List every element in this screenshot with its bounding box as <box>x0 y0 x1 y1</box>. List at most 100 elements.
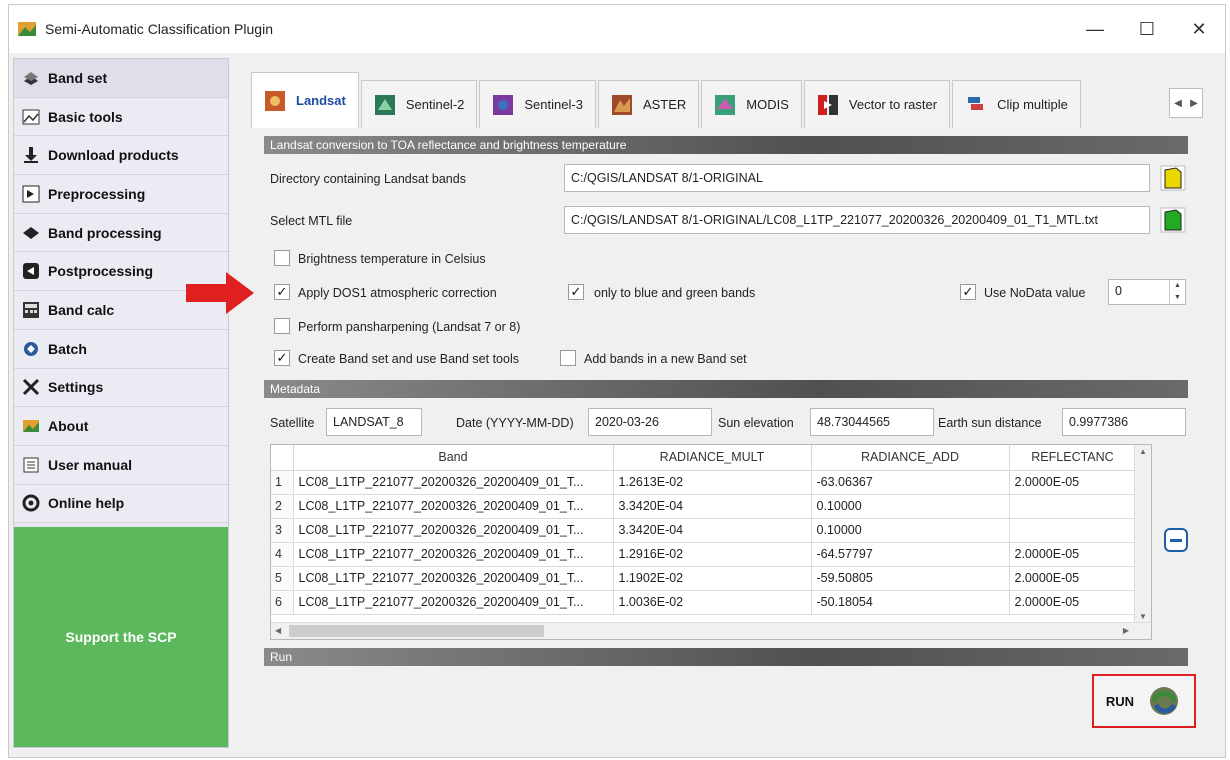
sidebar-item-batch[interactable]: Batch <box>14 329 228 369</box>
create-bandset-checkbox[interactable]: ✓ <box>274 350 290 366</box>
date-field[interactable]: 2020-03-26 <box>588 408 712 436</box>
cell-band[interactable]: LC08_L1TP_221077_20200326_20200409_01_T.… <box>293 590 614 615</box>
tab-aster[interactable]: ASTER <box>597 80 700 128</box>
sidebar-item-about[interactable]: About <box>14 407 228 446</box>
table-horizontal-scrollbar[interactable]: ◀ ▶ <box>271 622 1151 639</box>
pansharpening-checkbox[interactable] <box>274 318 290 334</box>
help-icon <box>22 494 40 512</box>
table-row[interactable]: 5 LC08_L1TP_221077_20200326_20200409_01_… <box>271 566 1137 591</box>
table-row[interactable]: 1 LC08_L1TP_221077_20200326_20200409_01_… <box>271 470 1137 495</box>
cell-reflectance[interactable]: 2.0000E-05 <box>1009 470 1137 495</box>
scroll-down-icon[interactable]: ▼ <box>1139 612 1147 621</box>
open-mtl-file-button[interactable] <box>1160 206 1186 234</box>
cell-reflectance[interactable]: 2.0000E-05 <box>1009 566 1137 591</box>
blue-green-bands-checkbox[interactable]: ✓ <box>568 284 584 300</box>
nodata-checkbox[interactable]: ✓ <box>960 284 976 300</box>
cell-radiance-mult[interactable]: 3.3420E-04 <box>613 518 812 543</box>
scroll-thumb[interactable] <box>289 625 544 637</box>
tab-label: Landsat <box>296 93 346 108</box>
metadata-table[interactable]: Band RADIANCE_MULT RADIANCE_ADD REFLECTA… <box>270 444 1152 640</box>
row-number: 6 <box>271 590 294 615</box>
cell-reflectance[interactable] <box>1009 494 1137 519</box>
table-row[interactable]: 2 LC08_L1TP_221077_20200326_20200409_01_… <box>271 494 1137 519</box>
tab-sentinel-2[interactable]: Sentinel-2 <box>360 80 478 128</box>
cell-radiance-mult[interactable]: 1.2613E-02 <box>613 470 812 495</box>
sidebar-item-band-set[interactable]: Band set <box>14 59 228 98</box>
tab-scroll-right-icon[interactable]: ▶ <box>1186 89 1202 117</box>
run-button[interactable]: RUN <box>1092 674 1196 728</box>
cell-band[interactable]: LC08_L1TP_221077_20200326_20200409_01_T.… <box>293 566 614 591</box>
cell-radiance-mult[interactable]: 1.2916E-02 <box>613 542 812 567</box>
row-number: 4 <box>271 542 294 567</box>
column-header-band[interactable]: Band <box>293 445 614 471</box>
column-header-reflectance[interactable]: REFLECTANC <box>1009 445 1137 471</box>
column-header-radiance-add[interactable]: RADIANCE_ADD <box>811 445 1010 471</box>
cell-band[interactable]: LC08_L1TP_221077_20200326_20200409_01_T.… <box>293 494 614 519</box>
cell-radiance-add[interactable]: -59.50805 <box>811 566 1010 591</box>
cell-reflectance[interactable] <box>1009 518 1137 543</box>
sidebar-item-settings[interactable]: Settings <box>14 368 228 408</box>
cell-reflectance[interactable]: 2.0000E-05 <box>1009 590 1137 615</box>
tab-label: Sentinel-2 <box>405 97 465 112</box>
scroll-up-icon[interactable]: ▲ <box>1139 447 1147 456</box>
close-button[interactable]: ✕ <box>1173 5 1225 53</box>
tab-modis[interactable]: MODIS <box>701 80 802 128</box>
tab-bar: Landsat Sentinel-2 Sentinel-3 ASTER MODI… <box>251 70 1203 128</box>
table-row[interactable]: 6 LC08_L1TP_221077_20200326_20200409_01_… <box>271 590 1137 615</box>
cell-band[interactable]: LC08_L1TP_221077_20200326_20200409_01_T.… <box>293 542 614 567</box>
sun-elevation-field[interactable]: 48.73044565 <box>810 408 934 436</box>
sidebar-item-user-manual[interactable]: User manual <box>14 445 228 485</box>
column-header-radiance-mult[interactable]: RADIANCE_MULT <box>613 445 812 471</box>
cell-radiance-mult[interactable]: 3.3420E-04 <box>613 494 812 519</box>
nodata-value-spinbox[interactable]: 0 ▲ ▼ <box>1108 279 1186 305</box>
spin-up-icon[interactable]: ▲ <box>1170 280 1185 292</box>
table-row[interactable]: 3 LC08_L1TP_221077_20200326_20200409_01_… <box>271 518 1137 543</box>
brightness-celsius-checkbox[interactable] <box>274 250 290 266</box>
sidebar-item-download-products[interactable]: Download products <box>14 136 228 176</box>
cell-band[interactable]: LC08_L1TP_221077_20200326_20200409_01_T.… <box>293 470 614 495</box>
sidebar-item-label: Settings <box>48 379 104 396</box>
cell-radiance-mult[interactable]: 1.0036E-02 <box>613 590 812 615</box>
tab-label: Clip multiple <box>997 97 1068 112</box>
mtl-file-field[interactable]: C:/QGIS/LANDSAT 8/1-ORIGINAL/LC08_L1TP_2… <box>564 206 1150 234</box>
table-row[interactable]: 4 LC08_L1TP_221077_20200326_20200409_01_… <box>271 542 1137 567</box>
earth-sun-distance-field[interactable]: 0.9977386 <box>1062 408 1186 436</box>
sidebar-item-band-processing[interactable]: Band processing <box>14 213 228 253</box>
sidebar-item-online-help[interactable]: Online help <box>14 484 228 524</box>
cell-radiance-add[interactable]: 0.10000 <box>811 494 1010 519</box>
satellite-field[interactable]: LANDSAT_8 <box>326 408 422 436</box>
scroll-right-icon[interactable]: ▶ <box>1123 626 1129 635</box>
cell-radiance-mult[interactable]: 1.1902E-02 <box>613 566 812 591</box>
sidebar-item-preprocessing[interactable]: Preprocessing <box>14 175 228 214</box>
tab-landsat[interactable]: Landsat <box>251 72 359 128</box>
cell-radiance-add[interactable]: -63.06367 <box>811 470 1010 495</box>
cell-band[interactable]: LC08_L1TP_221077_20200326_20200409_01_T.… <box>293 518 614 543</box>
sentinel-3-icon <box>493 94 514 115</box>
dos1-checkbox[interactable]: ✓ <box>274 284 290 300</box>
directory-field[interactable]: C:/QGIS/LANDSAT 8/1-ORIGINAL <box>564 164 1150 192</box>
cell-radiance-add[interactable]: -50.18054 <box>811 590 1010 615</box>
maximize-button[interactable]: ☐ <box>1121 5 1173 53</box>
remove-row-button[interactable] <box>1164 528 1188 552</box>
landsat-icon <box>265 90 285 111</box>
open-directory-button[interactable] <box>1160 164 1186 192</box>
sidebar-item-basic-tools[interactable]: Basic tools <box>14 97 228 137</box>
cell-radiance-add[interactable]: -64.57797 <box>811 542 1010 567</box>
cell-radiance-add[interactable]: 0.10000 <box>811 518 1010 543</box>
tab-scroll-left-icon[interactable]: ◀ <box>1170 89 1186 117</box>
tab-label: Sentinel-3 <box>524 97 583 112</box>
tab-sentinel-3[interactable]: Sentinel-3 <box>479 80 596 128</box>
add-bands-new-bandset-checkbox[interactable] <box>560 350 576 366</box>
aster-icon <box>611 94 632 115</box>
tab-vector-to-raster[interactable]: Vector to raster <box>803 80 951 128</box>
table-vertical-scrollbar[interactable]: ▲ ▼ <box>1134 445 1151 623</box>
spin-down-icon[interactable]: ▼ <box>1170 292 1185 304</box>
sidebar-item-label: Preprocessing <box>48 185 146 202</box>
minimize-button[interactable]: — <box>1069 5 1121 53</box>
cell-reflectance[interactable]: 2.0000E-05 <box>1009 542 1137 567</box>
support-scp-button[interactable]: Support the SCP <box>14 527 228 747</box>
scroll-left-icon[interactable]: ◀ <box>275 626 281 635</box>
annotation-arrow-icon <box>186 272 254 314</box>
landsat-panel: Landsat conversion to TOA reflectance an… <box>258 128 1204 748</box>
tab-clip-multiple[interactable]: Clip multiple <box>952 80 1081 128</box>
